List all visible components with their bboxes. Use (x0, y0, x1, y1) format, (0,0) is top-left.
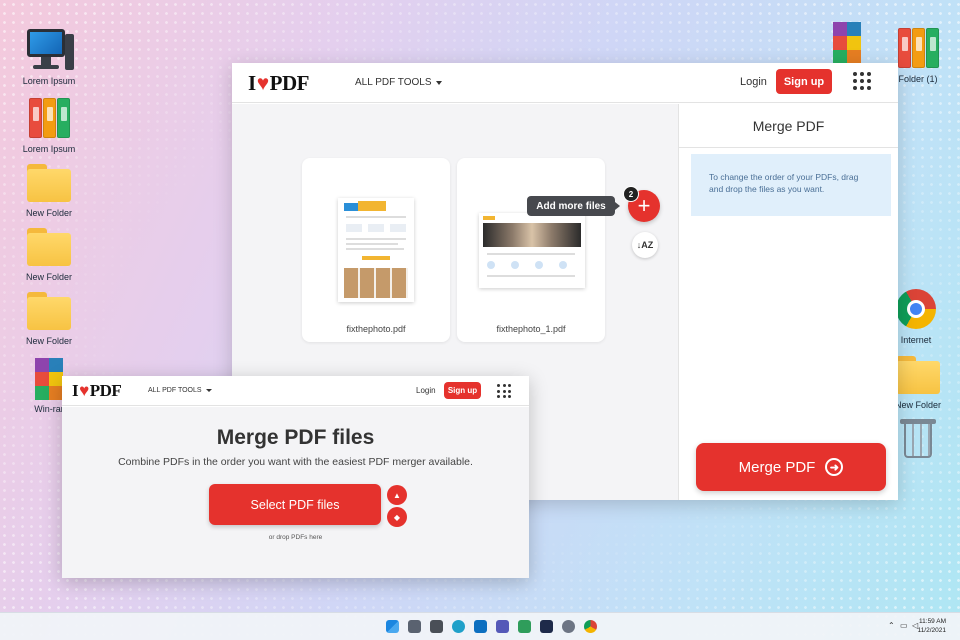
desktop-icon-label: Lorem Ipsum (22, 144, 76, 154)
computer-icon (25, 26, 74, 74)
apps-grid-icon[interactable] (853, 72, 871, 90)
winrar-icon (823, 18, 871, 66)
camera-icon[interactable] (430, 620, 443, 633)
page-subtitle: Combine PDFs in the order you want with … (118, 456, 473, 468)
folder-icon (25, 286, 73, 334)
ilovepdf-logo[interactable]: I ♥ PDF (248, 71, 309, 96)
login-link[interactable]: Login (740, 76, 767, 88)
chevron-up-icon[interactable]: ⌃ (888, 621, 895, 630)
binders-icon (894, 24, 942, 72)
header-bar: I ♥ PDF ALL PDF TOOLS Login Sign up (232, 63, 898, 103)
taskbar: ⌃ ▭ ◁ 11:59 AM 11/2/2021 (0, 612, 960, 640)
header-bar: I ♥ PDF ALL PDF TOOLS Login Sign up (62, 376, 529, 406)
reorder-info-box: To change the order of your PDFs, drag a… (691, 154, 891, 216)
file-card[interactable]: fixthephoto.pdf (302, 158, 450, 342)
logo-text-i: I (248, 71, 256, 95)
file-name: fixthephoto.pdf (346, 324, 406, 334)
clock-time: 11:59 AM (919, 618, 946, 625)
clock-date: 11/2/2021 (917, 627, 946, 634)
pdf-thumbnail (338, 198, 414, 302)
logo-text-pdf: PDF (269, 71, 310, 95)
edge-browser-icon[interactable] (452, 620, 465, 633)
plus-icon: + (637, 193, 651, 218)
add-more-files-tooltip: Add more files (527, 196, 620, 216)
teams-icon[interactable] (496, 620, 509, 633)
binders-icon (25, 94, 73, 142)
desktop-icon-label: New Folder (25, 272, 72, 282)
file-card[interactable]: fixthephoto_1.pdf (457, 158, 605, 342)
app-icon[interactable] (540, 620, 553, 633)
maps-icon[interactable] (518, 620, 531, 633)
desktop-icon-binders[interactable]: Lorem Ipsum (11, 94, 87, 155)
logo-text-pdf: PDF (89, 381, 122, 400)
file-name: fixthephoto_1.pdf (496, 324, 566, 334)
folder-icon (894, 350, 942, 398)
all-pdf-tools-label: ALL PDF TOOLS (148, 387, 202, 394)
panel-title: Merge PDF (679, 104, 898, 148)
desktop-icon-label: Lorem Ipsum (22, 76, 76, 86)
desktop-icon-folder[interactable]: New Folder (11, 286, 87, 347)
landing-body: Merge PDF files Combine PDFs in the orde… (62, 407, 529, 578)
dropbox-icon: ◆ (393, 512, 401, 522)
all-pdf-tools-menu[interactable]: ALL PDF TOOLS (148, 387, 212, 394)
network-icon[interactable]: ▭ (900, 621, 908, 630)
store-icon[interactable] (474, 620, 487, 633)
file-count-badge: 2 (623, 186, 639, 202)
google-drive-icon: ▲ (393, 490, 401, 500)
caret-down-icon (435, 80, 442, 85)
signup-button[interactable]: Sign up (776, 69, 832, 94)
start-windows-icon[interactable] (386, 620, 399, 633)
signup-button[interactable]: Sign up (444, 382, 481, 399)
sort-az-icon: ↓AZ (636, 240, 654, 250)
desktop-icon-label: New Folder (25, 208, 72, 218)
desktop-icon-folder[interactable]: New Folder (11, 158, 87, 219)
desktop-icon-winrar[interactable] (809, 18, 885, 68)
merge-pdf-button[interactable]: Merge PDF ➜ (696, 443, 886, 491)
system-clock[interactable]: 11:59 AM 11/2/2021 (918, 617, 946, 635)
settings-gear-icon[interactable] (562, 620, 575, 633)
apps-grid-icon[interactable] (497, 384, 511, 398)
login-link[interactable]: Login (416, 386, 436, 395)
merge-options-panel: Merge PDF To change the order of your PD… (678, 104, 898, 500)
chrome-taskbar-icon[interactable] (584, 620, 597, 633)
recycle-bin-icon (894, 414, 942, 462)
dropbox-button[interactable]: ◆ (387, 507, 407, 527)
folder-icon (25, 222, 73, 270)
desktop-icon-label: New Folder (25, 336, 72, 346)
caret-down-icon (205, 389, 212, 392)
sort-files-button[interactable]: ↓AZ (632, 232, 658, 258)
all-pdf-tools-label: ALL PDF TOOLS (355, 77, 432, 88)
select-pdf-files-button[interactable]: Select PDF files (209, 484, 381, 525)
desktop-icon-folder[interactable]: New Folder (11, 222, 87, 283)
page-title: Merge PDF files (216, 426, 375, 449)
task-view-icon[interactable] (408, 620, 421, 633)
all-pdf-tools-menu[interactable]: ALL PDF TOOLS (355, 77, 442, 88)
merge-button-label: Merge PDF (738, 458, 816, 476)
google-drive-button[interactable]: ▲ (387, 485, 407, 505)
desktop-icon-computer[interactable]: Lorem Ipsum (11, 26, 87, 87)
folder-icon (25, 158, 73, 206)
arrow-right-circle-icon: ➜ (825, 458, 844, 476)
merge-landing-window: I ♥ PDF ALL PDF TOOLS Login Sign up Merge … (62, 376, 529, 578)
pdf-thumbnail (479, 213, 585, 288)
chrome-icon (892, 285, 940, 333)
heart-icon: ♥ (79, 381, 89, 400)
heart-icon: ♥ (256, 71, 269, 95)
drop-hint: or drop PDFs here (268, 534, 323, 541)
logo-text-i: I (72, 381, 79, 400)
ilovepdf-logo[interactable]: I ♥ PDF (72, 381, 122, 401)
